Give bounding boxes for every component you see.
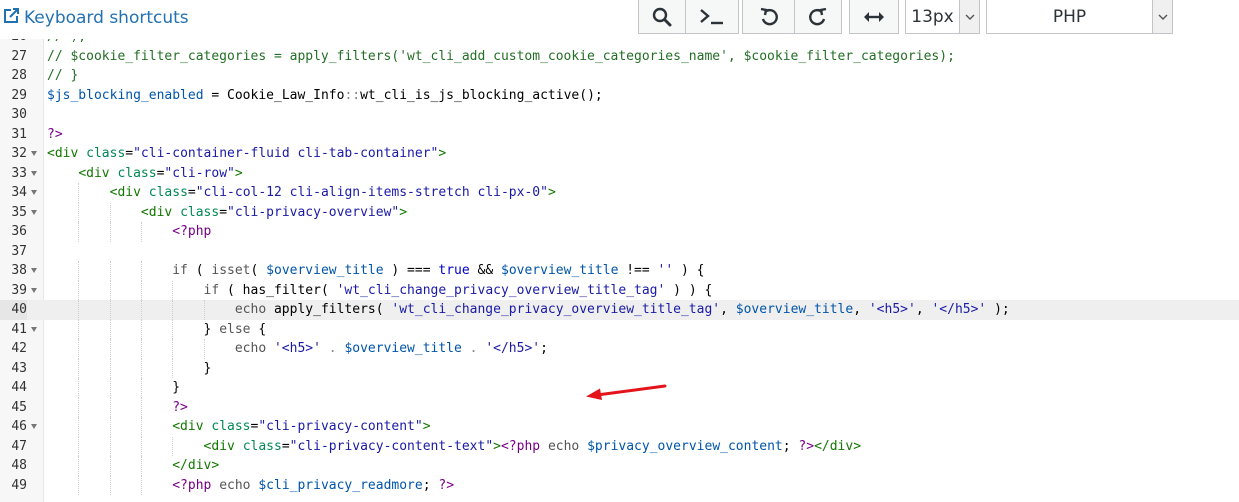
line-number: 26 bbox=[0, 39, 27, 47]
code-line[interactable]: 33 <div class="cli-row"> bbox=[0, 164, 1239, 184]
horizontal-arrows-icon bbox=[863, 10, 885, 24]
line-number: 39 bbox=[11, 282, 27, 298]
line-number: 28 bbox=[11, 68, 27, 83]
code-line[interactable]: 37 bbox=[0, 242, 1239, 262]
command-button[interactable] bbox=[685, 0, 739, 34]
editor-toolbar: Keyboard shortcuts 13px PHP bbox=[0, 0, 1239, 39]
terminal-icon bbox=[699, 7, 725, 27]
code-line[interactable]: 31 ?> bbox=[0, 125, 1239, 145]
line-number: 37 bbox=[11, 243, 27, 259]
code-text: <?php bbox=[172, 224, 212, 239]
line-number: 49 bbox=[11, 477, 27, 493]
fold-toggle-icon[interactable] bbox=[31, 151, 37, 156]
code-text: ?> bbox=[47, 126, 63, 142]
fold-toggle-icon[interactable] bbox=[31, 170, 37, 176]
code-line[interactable]: 34 <div class="cli-col-12 cli-align-item… bbox=[0, 183, 1239, 203]
code-line[interactable]: 30 bbox=[0, 105, 1239, 125]
code-line[interactable]: 38 if ( isset( $overview_title ) === tru… bbox=[0, 261, 1239, 281]
line-number: 41 bbox=[11, 321, 27, 337]
code-text: <?php echo $cli_privacy_readmore; ?> bbox=[172, 477, 455, 493]
line-number: 36 bbox=[11, 224, 27, 239]
line-number: 38 bbox=[11, 263, 27, 278]
code-text: <div class="cli-row"> bbox=[78, 165, 243, 181]
code-line[interactable]: 47 <div class="cli-privacy-content-text"… bbox=[0, 436, 1239, 456]
code-line[interactable]: 49 <?php echo $cli_privacy_readmore; ?> bbox=[0, 475, 1239, 495]
code-line[interactable]: 42 echo '<h5>' . $overview_title . '</h5… bbox=[0, 339, 1239, 359]
search-button[interactable] bbox=[638, 0, 686, 34]
code-line[interactable]: 35 <div class="cli-privacy-overview"> bbox=[0, 202, 1239, 222]
fullwidth-button[interactable] bbox=[849, 0, 899, 34]
keyboard-shortcuts-link[interactable]: Keyboard shortcuts bbox=[2, 5, 189, 31]
code-text: // $cookie_filter_categories = apply_fil… bbox=[47, 48, 955, 64]
line-number: 35 bbox=[11, 204, 27, 220]
fold-toggle-icon[interactable] bbox=[31, 268, 37, 273]
code-text: // } bbox=[47, 68, 79, 83]
code-line[interactable]: 28 // } bbox=[0, 66, 1239, 86]
code-line[interactable]: 39 if ( has_filter( 'wt_cli_change_priva… bbox=[0, 280, 1239, 300]
fold-toggle-icon[interactable] bbox=[31, 209, 37, 215]
code-text: } else { bbox=[47, 321, 267, 337]
line-number: 29 bbox=[11, 87, 27, 103]
keyboard-shortcuts-label: Keyboard shortcuts bbox=[24, 8, 189, 28]
code-line[interactable]: 40 echo apply_filters( 'wt_cli_change_pr… bbox=[0, 300, 1239, 320]
line-number: 30 bbox=[11, 107, 27, 122]
code-line[interactable]: 27 // $cookie_filter_categories = apply_f… bbox=[0, 47, 1239, 67]
code-text: } bbox=[47, 380, 181, 395]
line-number: 46 bbox=[11, 419, 27, 434]
font-size-value: 13px bbox=[911, 6, 954, 27]
line-number: 45 bbox=[11, 399, 27, 415]
code-text: <div class="cli-privacy-content"> bbox=[172, 419, 431, 434]
line-number: 33 bbox=[11, 165, 27, 181]
code-line[interactable]: 32 <div class="cli-container-fluid cli-ta… bbox=[0, 144, 1239, 164]
line-number: 43 bbox=[11, 360, 27, 376]
line-number: 48 bbox=[11, 458, 27, 473]
redo-button[interactable] bbox=[794, 0, 842, 34]
line-number: 40 bbox=[0, 300, 27, 320]
line-number: 47 bbox=[11, 438, 27, 454]
code-line[interactable]: 26 // ); bbox=[0, 39, 1239, 47]
chevron-down-icon bbox=[959, 0, 979, 33]
red-arrow-annotation bbox=[586, 384, 667, 400]
code-text: <div class="cli-col-12 cli-align-items-s… bbox=[109, 185, 556, 200]
code-lines: 26 // ); 27 // $cookie_filter_categories = … bbox=[0, 39, 1239, 495]
line-number: 44 bbox=[11, 380, 27, 395]
fold-toggle-icon[interactable] bbox=[31, 287, 37, 293]
code-line[interactable]: 43 } bbox=[0, 358, 1239, 378]
code-text: echo '<h5>' . $overview_title . '</h5>'; bbox=[234, 341, 548, 356]
line-number: 27 bbox=[11, 48, 27, 64]
code-text: ?> bbox=[172, 399, 188, 415]
code-line[interactable]: 48 </div> bbox=[0, 456, 1239, 476]
fold-toggle-icon[interactable] bbox=[31, 326, 37, 332]
code-text: </div> bbox=[172, 458, 220, 473]
language-value: PHP bbox=[1052, 6, 1087, 27]
external-link-icon bbox=[2, 7, 24, 30]
line-number: 42 bbox=[11, 341, 27, 356]
code-text: if ( has_filter( 'wt_cli_change_privacy_… bbox=[203, 282, 713, 298]
code-editor[interactable]: 26 // ); 27 // $cookie_filter_categories = … bbox=[0, 39, 1239, 502]
code-text: if ( isset( $overview_title ) === true &… bbox=[172, 263, 705, 278]
code-text: echo apply_filters( 'wt_cli_change_priva… bbox=[234, 302, 1010, 317]
line-number: 31 bbox=[11, 126, 27, 142]
fold-toggle-icon[interactable] bbox=[31, 190, 37, 195]
font-size-select[interactable]: 13px bbox=[905, 0, 980, 34]
undo-button[interactable] bbox=[742, 0, 795, 34]
code-text: // ); bbox=[47, 39, 86, 47]
code-text: } bbox=[47, 360, 212, 376]
code-text: <div class="cli-container-fluid cli-tab-… bbox=[47, 146, 447, 161]
search-icon bbox=[652, 7, 672, 27]
code-text: <div class="cli-privacy-content-text"><?… bbox=[203, 438, 862, 454]
line-number: 34 bbox=[11, 185, 27, 200]
line-number: 32 bbox=[11, 146, 27, 161]
code-text: $js_blocking_enabled = Cookie_Law_Info::… bbox=[47, 87, 603, 103]
undo-icon bbox=[759, 7, 779, 27]
language-select[interactable]: PHP bbox=[986, 0, 1173, 34]
redo-icon bbox=[808, 7, 828, 27]
code-line[interactable]: 29 $js_blocking_enabled = Cookie_Law_Info… bbox=[0, 86, 1239, 106]
fold-toggle-icon[interactable] bbox=[31, 424, 37, 429]
code-line[interactable]: 46 <div class="cli-privacy-content"> bbox=[0, 417, 1239, 437]
code-line[interactable]: 36 <?php bbox=[0, 222, 1239, 242]
code-text: <div class="cli-privacy-overview"> bbox=[140, 204, 408, 220]
chevron-down-icon bbox=[1152, 0, 1172, 33]
code-line[interactable]: 41 } else { bbox=[0, 319, 1239, 339]
